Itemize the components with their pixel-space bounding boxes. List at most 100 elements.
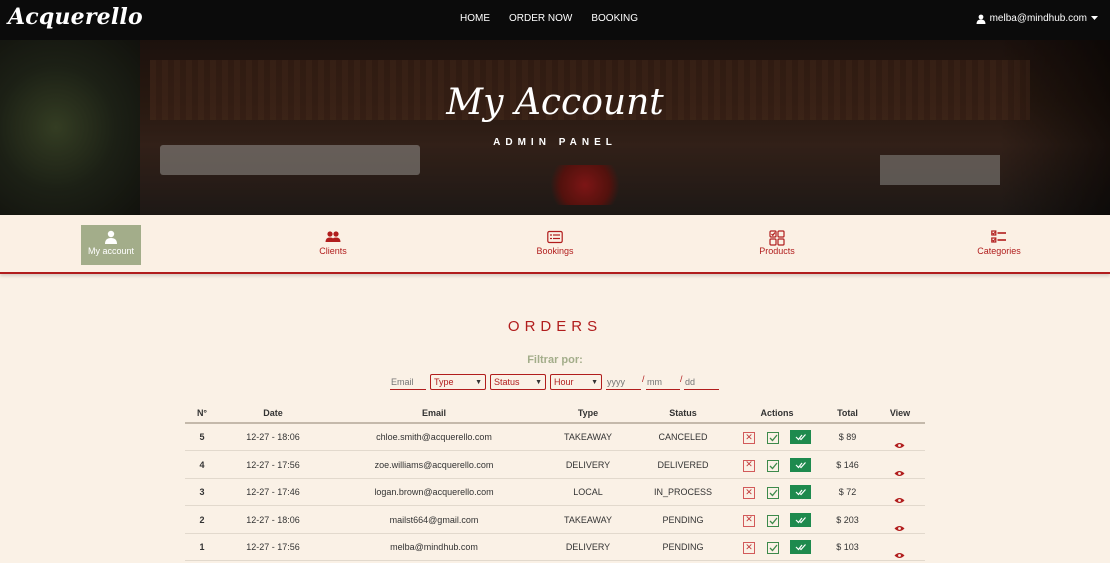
- order-type: LOCAL: [573, 487, 603, 497]
- order-email: logan.brown@acquerello.com: [374, 487, 494, 497]
- table-row: 4 12-27 - 17:56 zoe.williams@acquerello.co…: [185, 452, 925, 479]
- complete-order-button[interactable]: [790, 485, 811, 499]
- day-filter-input[interactable]: [684, 374, 719, 390]
- eye-icon[interactable]: [894, 434, 905, 453]
- cancel-order-button[interactable]: ✕: [743, 514, 755, 527]
- admin-nav-label: Products: [759, 246, 795, 256]
- user-email: melba@mindhub.com: [989, 13, 1087, 24]
- column-header-date: Date: [263, 408, 283, 418]
- admin-nav-bookings[interactable]: Bookings: [525, 225, 585, 265]
- nav-link-home[interactable]: HOME: [460, 13, 490, 24]
- complete-order-button[interactable]: [790, 512, 811, 527]
- admin-nav: My account Clients Bookings Products Cat…: [0, 215, 1110, 274]
- double-check-icon: [795, 461, 806, 468]
- double-check-icon: [795, 489, 806, 496]
- status-select[interactable]: Status ▼: [490, 374, 546, 390]
- hour-select[interactable]: Hour ▼: [550, 374, 602, 390]
- users-icon: [325, 230, 341, 244]
- eye-icon[interactable]: [894, 517, 905, 536]
- close-icon: ✕: [745, 432, 753, 443]
- order-total: $ 72: [838, 487, 857, 497]
- admin-nav-label: Clients: [319, 246, 347, 256]
- hero-overlay: [0, 40, 1110, 215]
- checklist-icon: [991, 230, 1007, 244]
- admin-nav-categories[interactable]: Categories: [969, 225, 1029, 265]
- year-filter-input[interactable]: [606, 374, 641, 390]
- order-status: DELIVERED: [657, 459, 709, 470]
- confirm-order-button[interactable]: [767, 514, 779, 527]
- chevron-down-icon: ▼: [535, 378, 542, 386]
- nav-link-order-now[interactable]: ORDER NOW: [509, 13, 572, 24]
- user-menu[interactable]: melba@mindhub.com: [976, 13, 1098, 24]
- table-row: 5 12-27 - 18:06 chloe.smith@acquerello.com…: [185, 424, 925, 451]
- order-date: 12-27 - 18:06: [246, 432, 300, 442]
- admin-nav-my-account[interactable]: My account: [81, 225, 141, 265]
- order-number: 5: [199, 432, 205, 442]
- cancel-order-button[interactable]: ✕: [743, 542, 755, 554]
- complete-order-button[interactable]: [790, 540, 811, 554]
- close-icon: ✕: [745, 487, 753, 498]
- order-date: 12-27 - 17:56: [246, 542, 300, 552]
- email-filter-input[interactable]: [390, 374, 426, 390]
- order-number: 3: [199, 487, 205, 497]
- order-date: 12-27 - 17:46: [246, 487, 300, 497]
- chevron-down-icon: ▼: [475, 378, 482, 386]
- cancel-order-button[interactable]: ✕: [743, 432, 755, 444]
- check-icon: [769, 434, 778, 442]
- confirm-order-button[interactable]: [767, 459, 779, 472]
- status-select-value: Status: [494, 377, 520, 387]
- column-header-actions: Actions: [760, 408, 794, 418]
- date-separator: /: [680, 374, 683, 384]
- column-header-view: View: [889, 408, 911, 418]
- cancel-order-button[interactable]: ✕: [743, 487, 755, 499]
- order-number: 1: [199, 542, 205, 552]
- user-icon: [103, 230, 119, 244]
- main-nav: HOME ORDER NOW BOOKING: [460, 13, 657, 24]
- table-row: 2 12-27 - 18:06 mailst664@gmail.com TAKEAWA…: [185, 507, 925, 534]
- close-icon: ✕: [745, 460, 753, 470]
- chevron-down-icon: ▼: [591, 378, 598, 386]
- eye-icon[interactable]: [894, 544, 905, 563]
- double-check-icon: [795, 516, 806, 523]
- admin-nav-products[interactable]: Products: [747, 225, 807, 265]
- hero-subtitle: ADMIN PANEL: [493, 137, 617, 148]
- double-check-icon: [795, 434, 806, 441]
- order-status: IN_PROCESS: [653, 487, 713, 497]
- confirm-order-button[interactable]: [767, 487, 779, 499]
- admin-nav-label: My account: [87, 246, 135, 256]
- eye-icon[interactable]: [894, 462, 905, 481]
- double-check-icon: [795, 544, 806, 551]
- complete-order-button[interactable]: [790, 430, 811, 444]
- order-date: 12-27 - 18:06: [246, 514, 300, 525]
- orders-title: ORDERS: [507, 318, 603, 335]
- table-row: 3 12-27 - 17:46 logan.brown@acquerello.com…: [185, 479, 925, 506]
- admin-nav-clients[interactable]: Clients: [303, 225, 363, 265]
- caret-down-icon: [1091, 16, 1098, 21]
- eye-icon[interactable]: [894, 489, 905, 508]
- list-card-icon: [547, 230, 563, 244]
- cancel-order-button[interactable]: ✕: [743, 459, 755, 472]
- order-total: $ 203: [836, 514, 859, 525]
- column-header-type: Type: [577, 408, 599, 418]
- type-select[interactable]: Type ▼: [430, 374, 486, 390]
- nav-link-booking[interactable]: BOOKING: [591, 13, 638, 24]
- brand-logo[interactable]: Acquerello: [8, 4, 143, 30]
- user-icon: [976, 14, 986, 24]
- complete-order-button[interactable]: [790, 457, 811, 472]
- order-date: 12-27 - 17:56: [246, 459, 300, 470]
- admin-nav-label: Bookings: [536, 246, 574, 256]
- check-icon: [769, 544, 778, 552]
- order-type: TAKEAWAY: [563, 432, 612, 442]
- type-select-value: Type: [434, 377, 454, 387]
- admin-nav-label: Categories: [977, 246, 1021, 256]
- column-header-status: Status: [669, 408, 697, 418]
- hour-select-value: Hour: [554, 377, 574, 387]
- order-total: $ 103: [836, 542, 859, 552]
- month-filter-input[interactable]: [646, 374, 680, 390]
- order-email: mailst664@gmail.com: [389, 514, 479, 525]
- check-icon: [769, 462, 778, 469]
- close-icon: ✕: [745, 515, 753, 525]
- order-total: $ 89: [838, 432, 857, 442]
- confirm-order-button[interactable]: [767, 542, 779, 554]
- confirm-order-button[interactable]: [767, 432, 779, 444]
